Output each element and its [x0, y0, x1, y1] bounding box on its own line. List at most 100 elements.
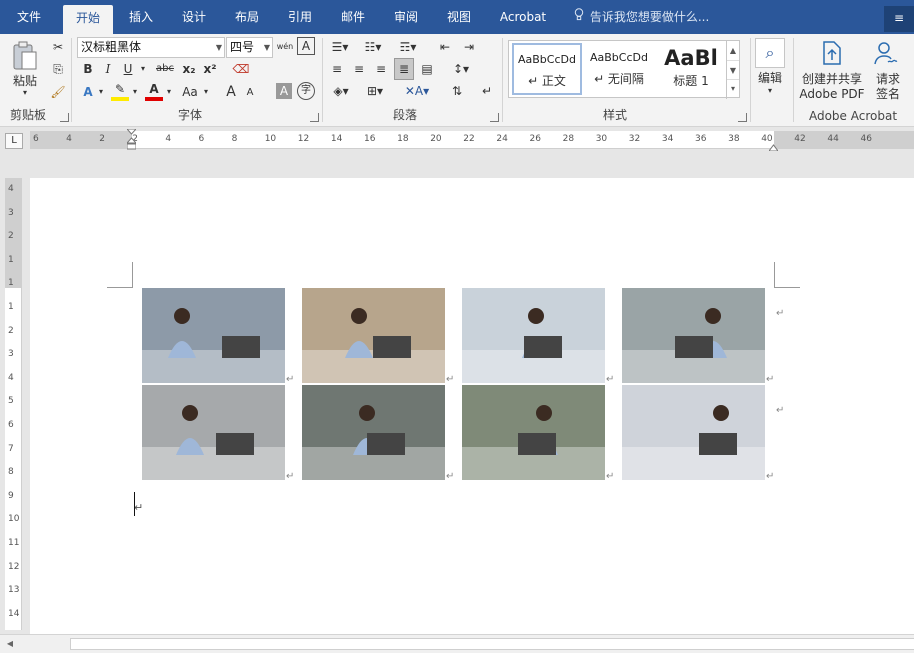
paste-button[interactable]: 粘贴	[8, 74, 42, 88]
tab-file[interactable]: 文件	[4, 0, 54, 34]
justify-icon[interactable]: ≣	[394, 58, 414, 80]
photo-technicians-repairing-laptop[interactable]	[142, 288, 285, 383]
tab-mailings[interactable]: 邮件	[328, 0, 378, 34]
font-name-combo[interactable]: 汉标粗黑体 ▼	[77, 37, 225, 58]
horizontal-scrollbar[interactable]: ◀	[0, 634, 914, 653]
bold-button[interactable]: B	[80, 61, 96, 77]
document-page[interactable]: ↵ ↵ ↵ ↵ ↵ ↵ ↵ ↵ ↵ ↵ ↵	[30, 178, 914, 634]
paragraph-launcher-icon[interactable]	[490, 113, 499, 122]
distributed-icon[interactable]: ▤	[418, 60, 436, 78]
photo-team-working-office-computers[interactable]	[302, 385, 445, 480]
paste-icon[interactable]	[8, 38, 42, 74]
request-signature-line2[interactable]: 签名	[870, 87, 906, 101]
increase-indent-icon[interactable]: ⇥	[460, 38, 478, 56]
photo-technicians-servicing-copier[interactable]	[142, 385, 285, 480]
highlight-dropdown-icon[interactable]: ▾	[131, 83, 139, 101]
align-right-icon[interactable]: ≡	[372, 60, 390, 78]
underline-button[interactable]: U	[120, 61, 136, 77]
ruler-tick-label: 38	[728, 134, 740, 144]
create-pdf-line1[interactable]: 创建并共享	[796, 72, 868, 86]
strikethrough-button[interactable]: abc	[152, 61, 178, 77]
photo-engineer-assisting-customer[interactable]	[462, 385, 605, 480]
font-color-icon[interactable]: A	[145, 81, 163, 101]
text-effects-icon[interactable]: A	[80, 83, 96, 101]
superscript-button[interactable]: x²	[201, 61, 219, 77]
acrobat-group-label: Adobe Acrobat	[808, 109, 898, 123]
find-icon[interactable]: ⌕	[755, 38, 785, 68]
cut-icon[interactable]: ✂	[49, 39, 67, 55]
subscript-button[interactable]: x₂	[180, 61, 198, 77]
copy-icon[interactable]: ⎘	[49, 61, 67, 77]
tab-view[interactable]: 视图	[434, 0, 484, 34]
line-spacing-icon[interactable]: ↕▾	[448, 60, 474, 78]
text-effects-dropdown-icon[interactable]: ▾	[97, 83, 105, 101]
style-normal[interactable]: AaBbCcDd ↵ 正文	[512, 43, 582, 95]
create-pdf-line2[interactable]: Adobe PDF	[796, 87, 868, 101]
bullets-icon[interactable]: ☰▾	[328, 38, 352, 56]
borders-icon[interactable]: ⊞▾	[362, 82, 388, 100]
tab-insert[interactable]: 插入	[116, 0, 166, 34]
user-avatar[interactable]: ≡	[884, 6, 914, 32]
numbering-icon[interactable]: ☷▾	[360, 38, 386, 56]
scroll-thumb[interactable]	[70, 638, 914, 650]
editing-dropdown-icon[interactable]: ▾	[765, 86, 775, 96]
align-left-icon[interactable]: ≡	[328, 60, 346, 78]
shrink-font-button[interactable]: A	[243, 85, 257, 101]
scroll-left-icon[interactable]: ◀	[4, 638, 16, 650]
request-signature-line1[interactable]: 请求	[870, 72, 906, 86]
format-painter-icon[interactable]: 🖌	[49, 84, 67, 100]
show-formatting-icon[interactable]: ↵	[478, 82, 496, 100]
grow-font-button[interactable]: A	[223, 83, 239, 101]
photo-technicians-inspecting-machine[interactable]	[622, 288, 765, 383]
change-case-button[interactable]: Aa	[178, 83, 202, 101]
photo-technicians-display-screen[interactable]	[462, 288, 605, 383]
editing-button[interactable]: 编辑	[752, 70, 788, 86]
sort-icon[interactable]: ⇅	[448, 82, 466, 100]
right-indent-marker-icon[interactable]	[768, 140, 779, 152]
create-pdf-icon[interactable]	[818, 39, 846, 67]
highlight-icon[interactable]: ✎	[111, 81, 129, 101]
tab-references[interactable]: 引用	[275, 0, 325, 34]
underline-dropdown-icon[interactable]: ▾	[138, 61, 148, 77]
style-sample: AaBbCcDd	[518, 53, 576, 66]
gallery-more-icon[interactable]: ▾	[727, 79, 739, 97]
ruler-tick-label: 26	[529, 134, 541, 144]
phonetic-guide-icon[interactable]: wén	[275, 37, 295, 57]
italic-button[interactable]: I	[100, 61, 116, 77]
request-signature-icon[interactable]	[872, 39, 900, 67]
style-no-spacing[interactable]: AaBbCcDd ↵ 无间隔	[584, 43, 654, 95]
change-case-dropdown-icon[interactable]: ▾	[202, 83, 210, 101]
clipboard-launcher-icon[interactable]	[60, 113, 69, 122]
tab-review[interactable]: 审阅	[381, 0, 431, 34]
ruler-tick-label: 34	[661, 134, 674, 144]
clear-formatting-icon[interactable]: ⌫	[231, 60, 251, 78]
tab-layout[interactable]: 布局	[222, 0, 272, 34]
tab-design[interactable]: 设计	[168, 0, 220, 34]
font-size-combo[interactable]: 四号 ▼	[226, 37, 273, 58]
tab-acrobat[interactable]: Acrobat	[492, 0, 554, 34]
font-color-dropdown-icon[interactable]: ▾	[165, 83, 173, 101]
paste-dropdown-icon[interactable]: ▾	[20, 88, 30, 98]
align-center-icon[interactable]: ≡	[350, 60, 368, 78]
font-launcher-icon[interactable]	[310, 113, 319, 122]
enclose-char-icon[interactable]: 字	[297, 82, 315, 100]
chevron-up-icon[interactable]: ▲	[727, 41, 739, 60]
asian-layout-icon[interactable]: ✕A▾	[402, 82, 432, 100]
indent-marker-icon[interactable]	[127, 129, 136, 150]
decrease-indent-icon[interactable]: ⇤	[436, 38, 454, 56]
multilevel-list-icon[interactable]: ☶▾	[395, 38, 421, 56]
paragraph-mark: ↵	[286, 374, 295, 385]
style-heading-1[interactable]: AaBl 标题 1	[656, 43, 726, 95]
char-border-icon[interactable]: A	[297, 37, 315, 55]
shading-icon[interactable]: ◈▾	[328, 82, 354, 100]
photo-engineer-working-laptop-desk[interactable]	[302, 288, 445, 383]
tab-selector[interactable]: L	[5, 133, 23, 149]
styles-launcher-icon[interactable]	[738, 113, 747, 122]
tell-me-box[interactable]: 告诉我您想要做什么...	[574, 0, 709, 34]
horizontal-ruler[interactable]: 6 4 2 2 4 6 8 10 12 14 16 18 20 22 24 26 28 30 32 34 36 38 40 4…	[30, 129, 914, 152]
tab-home[interactable]: 开始	[63, 5, 113, 34]
photo-engineer-presentation-screen[interactable]	[622, 385, 765, 480]
chevron-down-icon[interactable]: ▼	[727, 60, 739, 79]
vertical-ruler[interactable]: 4 3 2 1 1 1 2 3 4 5 6 7 8 9 10 11 12 13 14	[5, 178, 22, 630]
char-shading-icon[interactable]: A	[276, 83, 292, 99]
